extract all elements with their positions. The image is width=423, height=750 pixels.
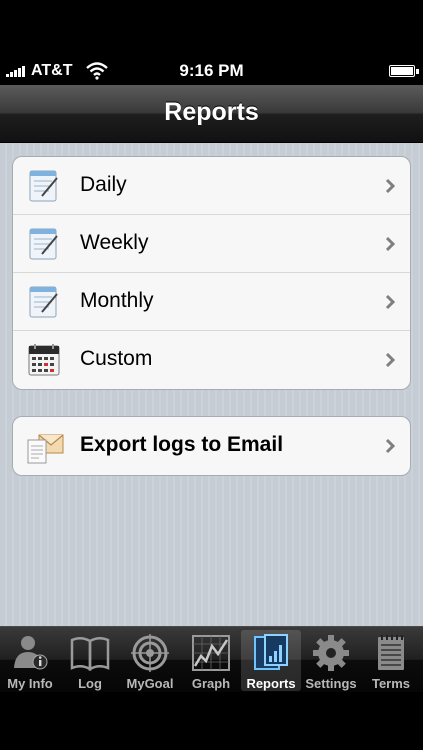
- reports-icon: [254, 634, 288, 670]
- tab-label: Terms: [371, 676, 411, 691]
- tab-graph[interactable]: Graph: [181, 630, 241, 691]
- person-info-icon: [14, 636, 48, 670]
- report-label: Custom: [80, 347, 153, 370]
- report-label: Monthly: [80, 289, 154, 312]
- battery-icon: [389, 65, 419, 77]
- book-icon: [70, 637, 110, 672]
- tab-label: Settings: [305, 676, 357, 691]
- target-icon: [131, 634, 169, 672]
- status-time: 9:16 PM: [179, 61, 244, 80]
- notepad-icon: [29, 286, 58, 318]
- notepad-icon: [29, 228, 58, 260]
- tab-reports[interactable]: Reports: [241, 630, 301, 691]
- notepad-icon: [29, 170, 58, 202]
- tab-label: MyGoal: [126, 676, 174, 691]
- reports-group: Daily Weekly Monthly Custom: [12, 156, 411, 390]
- tab-label: Log: [78, 676, 102, 691]
- status-bar: AT&T 9:16 PM: [0, 58, 423, 85]
- chevron-right-icon: [385, 178, 396, 194]
- navigation-bar: Reports: [0, 85, 423, 143]
- report-row-weekly[interactable]: Weekly: [13, 215, 410, 273]
- export-group: Export logs to Email: [12, 416, 411, 476]
- chevron-right-icon: [385, 294, 396, 310]
- tab-label: Reports: [246, 676, 296, 691]
- tab-mygoal[interactable]: MyGoal: [120, 630, 180, 691]
- report-row-daily[interactable]: Daily: [13, 157, 410, 215]
- tab-log[interactable]: Log: [60, 630, 120, 691]
- chevron-right-icon: [385, 236, 396, 252]
- tab-settings[interactable]: Settings: [301, 630, 361, 691]
- gear-icon: [313, 635, 349, 671]
- tab-label: My Info: [7, 676, 53, 691]
- bottom-letterbox: [0, 692, 423, 750]
- notepad-icon: [378, 635, 404, 670]
- report-label: Weekly: [80, 231, 149, 254]
- graph-icon: [192, 635, 230, 671]
- mail-icon: [27, 434, 64, 464]
- chevron-right-icon: [385, 352, 396, 368]
- chevron-right-icon: [385, 438, 396, 454]
- content-area: Daily Weekly Monthly Custom Export logs …: [0, 143, 423, 626]
- tab-bar: My Info Log MyGoal Graph Reports Setting…: [0, 626, 423, 692]
- calendar-icon: [28, 344, 60, 376]
- page-title: Reports: [164, 98, 259, 126]
- tab-my-info[interactable]: My Info: [0, 630, 60, 691]
- top-letterbox: [0, 0, 423, 58]
- report-row-custom[interactable]: Custom: [13, 331, 410, 389]
- export-email-row[interactable]: Export logs to Email: [13, 417, 410, 475]
- report-row-monthly[interactable]: Monthly: [13, 273, 410, 331]
- export-label: Export logs to Email: [80, 433, 284, 456]
- report-label: Daily: [80, 173, 127, 196]
- tab-label: Graph: [191, 676, 231, 691]
- tab-terms[interactable]: Terms: [361, 630, 421, 691]
